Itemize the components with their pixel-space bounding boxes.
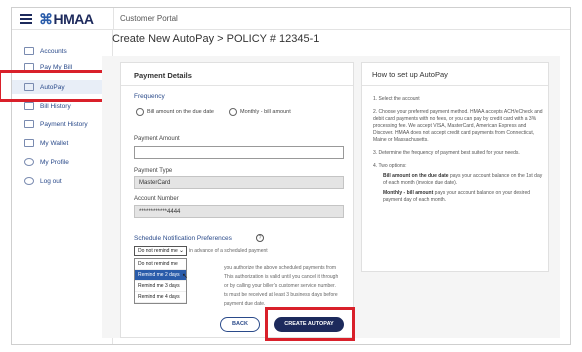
payment-history-icon	[24, 120, 34, 128]
frequency-label: Frequency	[134, 93, 165, 100]
payment-amount-input[interactable]	[134, 146, 344, 159]
logo[interactable]: ⌘HMAA	[39, 11, 94, 28]
logo-mark-icon: ⌘	[39, 11, 53, 27]
accounts-icon	[24, 47, 34, 55]
auth-text-line: or by calling your biller's customer ser…	[224, 283, 336, 289]
help-step: 1. Select the account	[373, 96, 420, 102]
wallet-icon	[24, 139, 34, 147]
account-number-label: Account Number	[134, 196, 179, 202]
payment-details-title: Payment Details	[134, 71, 192, 80]
page-title: Create New AutoPay > POLICY # 12345-1	[112, 33, 320, 45]
auth-text-line: payment due date.	[224, 301, 266, 307]
sidebar-item-logout[interactable]: Log out	[12, 174, 113, 188]
auth-text-line: This authorization is valid until you ca…	[224, 274, 339, 280]
card-divider	[362, 85, 548, 86]
auth-text-line: you authorize the above scheduled paymen…	[224, 265, 337, 271]
frequency-option-label: Monthly - bill amount	[240, 109, 291, 115]
payment-amount-label: Payment Amount	[134, 136, 180, 142]
sidebar-item-label: Accounts	[40, 47, 67, 55]
frequency-radio-monthly[interactable]	[229, 108, 237, 116]
create-autopay-highlight-box	[265, 307, 355, 341]
notification-prefs-label: Schedule Notification Preferences	[134, 235, 232, 242]
help-step: 3. Determine the frequency of payment be…	[373, 150, 520, 156]
back-button[interactable]: BACK	[220, 317, 260, 332]
help-option-title: Monthly - bill amount	[383, 190, 434, 196]
sidebar-item-label: Log out	[40, 177, 62, 185]
help-steps: 1. Select the account 2. Choose your pre…	[373, 96, 543, 210]
payment-type-label: Payment Type	[134, 168, 173, 174]
help-step-label: 4. Two options:	[373, 163, 407, 169]
sidebar-item-accounts[interactable]: Accounts	[12, 44, 113, 58]
frequency-radio-due-date[interactable]	[136, 108, 144, 116]
logout-icon	[24, 177, 34, 185]
portal-title: Customer Portal	[120, 14, 178, 23]
payment-type-field: MasterCard	[134, 176, 344, 189]
frequency-option-label: Bill amount on the due date	[147, 109, 214, 115]
sidebar-item-label: Bill History	[40, 102, 71, 110]
notification-dropdown-list: Do not remind me Remind me 2 days Remind…	[134, 258, 187, 304]
sidebar-item-label: My Profile	[40, 158, 69, 166]
dropdown-option[interactable]: Remind me 3 days	[135, 281, 186, 292]
sidebar-item-profile[interactable]: My Profile	[12, 155, 113, 169]
auth-text-line: ts must be received at least 3 business …	[224, 292, 338, 298]
help-step: 4. Two options: Bill amount on the due d…	[373, 163, 543, 204]
sidebar-item-label: My Wallet	[40, 139, 69, 147]
sidebar-item-label: Payment History	[40, 120, 88, 128]
notification-select-value: Do not remind me	[138, 248, 178, 254]
help-icon[interactable]: ?	[256, 234, 264, 242]
sidebar-item-payment-history[interactable]: Payment History	[12, 117, 113, 131]
account-number-field: ************4444	[134, 205, 344, 218]
profile-icon	[24, 158, 34, 166]
menu-icon[interactable]	[20, 14, 32, 24]
bill-history-icon	[24, 102, 34, 110]
card-divider	[121, 85, 353, 86]
dropdown-option-highlighted[interactable]: Remind me 2 days	[135, 270, 186, 281]
notification-select[interactable]: Do not remind me ⌄	[134, 246, 187, 256]
help-option-title: Bill amount on the due date	[383, 173, 449, 179]
top-bar: ⌘HMAA Customer Portal	[12, 8, 570, 30]
help-step: 2. Choose your preferred payment method.…	[373, 109, 543, 143]
help-option: Monthly - bill amount pays your account …	[383, 190, 543, 204]
sidebar-item-wallet[interactable]: My Wallet	[12, 136, 113, 150]
autopay-highlight-box	[0, 70, 109, 102]
dropdown-option[interactable]: Do not remind me	[135, 259, 186, 270]
notification-suffix: in advance of a scheduled payment	[189, 248, 268, 254]
help-title: How to set up AutoPay	[372, 70, 448, 79]
chevron-down-icon: ⌄	[178, 248, 184, 254]
header-divider	[113, 8, 114, 30]
logo-text: HMAA	[53, 11, 95, 27]
dropdown-option[interactable]: Remind me 4 days	[135, 292, 186, 303]
help-option: Bill amount on the due date pays your ac…	[383, 173, 543, 187]
mouse-cursor-icon: ↖	[182, 273, 188, 280]
